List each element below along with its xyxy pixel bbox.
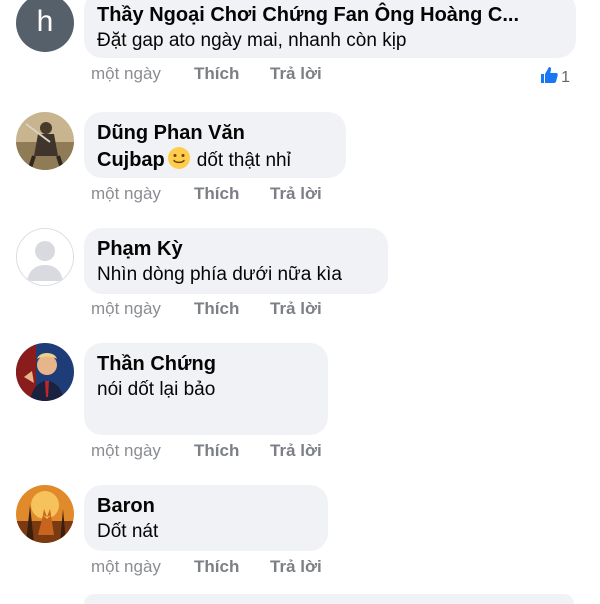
like-button[interactable]: Thích	[194, 440, 270, 462]
like-button[interactable]: Thích	[194, 556, 270, 578]
slightly-smiling-face-emoji	[167, 146, 191, 170]
comment-timestamp[interactable]: một ngày	[91, 63, 194, 85]
comment-actions: một ngày Thích Trả lời	[91, 556, 322, 578]
avatar[interactable]: h	[16, 0, 74, 52]
comment-author[interactable]: Dũng Phan Văn	[97, 120, 332, 146]
comment-actions: một ngày Thích Trả lời	[91, 63, 322, 85]
comment-actions: một ngày Thích Trả lời	[91, 440, 322, 462]
avatar[interactable]	[16, 343, 74, 401]
default-profile-silhouette-icon	[17, 229, 73, 285]
comment-bubble[interactable]: Phạm Kỳ Nhìn dòng phía dưới nữa kìa	[84, 228, 388, 294]
comment-author-continued[interactable]: Cujbap	[97, 149, 165, 171]
comment-text: dốt thật nhỉ	[196, 150, 291, 171]
comment-timestamp[interactable]: một ngày	[91, 440, 194, 462]
reaction-count: 1	[561, 68, 570, 86]
comment-actions: một ngày Thích Trả lời	[91, 298, 322, 320]
avatar[interactable]	[16, 228, 74, 286]
comment-text: Dốt nát	[97, 521, 159, 542]
comment-author[interactable]: Baron	[97, 493, 314, 519]
avatar-letter: h	[36, 5, 54, 38]
comment-timestamp[interactable]: một ngày	[91, 556, 194, 578]
like-button[interactable]: Thích	[194, 63, 270, 85]
avatar[interactable]	[16, 112, 74, 170]
avatar[interactable]	[16, 485, 74, 543]
like-button[interactable]: Thích	[194, 183, 270, 205]
comment-text: Nhìn dòng phía dưới nữa kìa	[97, 264, 342, 285]
comment-body-line: Cujbap dốt thật nhỉ	[97, 146, 332, 174]
reply-button[interactable]: Trả lời	[270, 298, 322, 320]
comment-author[interactable]: Thần Chứng	[97, 351, 314, 377]
reply-button[interactable]: Trả lời	[270, 556, 322, 578]
fox-avatar-image	[16, 485, 74, 543]
reaction-summary[interactable]: 1	[539, 65, 570, 90]
comment-actions: một ngày Thích Trả lời	[91, 183, 322, 205]
comment-timestamp[interactable]: một ngày	[91, 298, 194, 320]
person-avatar-image	[16, 343, 74, 401]
thumbs-up-reaction-icon	[539, 65, 559, 90]
comment-bubble[interactable]: Thần Chứng nói dốt lại bảo	[84, 343, 328, 435]
comment-bubble[interactable]: Thầy Ngoại Chơi Chứng Fan Ông Hoàng C...…	[84, 0, 576, 58]
comment-author[interactable]: Phạm Kỳ	[97, 236, 374, 262]
comment-author[interactable]: Thầy Ngoại Chơi Chứng Fan Ông Hoàng C...	[97, 2, 562, 28]
warrior-avatar-image	[16, 112, 74, 170]
comment-bubble[interactable]: Baron Dốt nát	[84, 485, 328, 551]
comment-text: Đặt gap ato ngày mai, nhanh còn kịp	[97, 30, 407, 51]
next-comment-bubble-edge	[84, 594, 574, 604]
comment-bubble[interactable]: Dũng Phan Văn Cujbap dốt thật nhỉ	[84, 112, 346, 178]
comment-timestamp[interactable]: một ngày	[91, 183, 194, 205]
comment-text: nói dốt lại bảo	[97, 379, 216, 400]
like-button[interactable]: Thích	[194, 298, 270, 320]
reply-button[interactable]: Trả lời	[270, 63, 322, 85]
reply-button[interactable]: Trả lời	[270, 440, 322, 462]
reply-button[interactable]: Trả lời	[270, 183, 322, 205]
